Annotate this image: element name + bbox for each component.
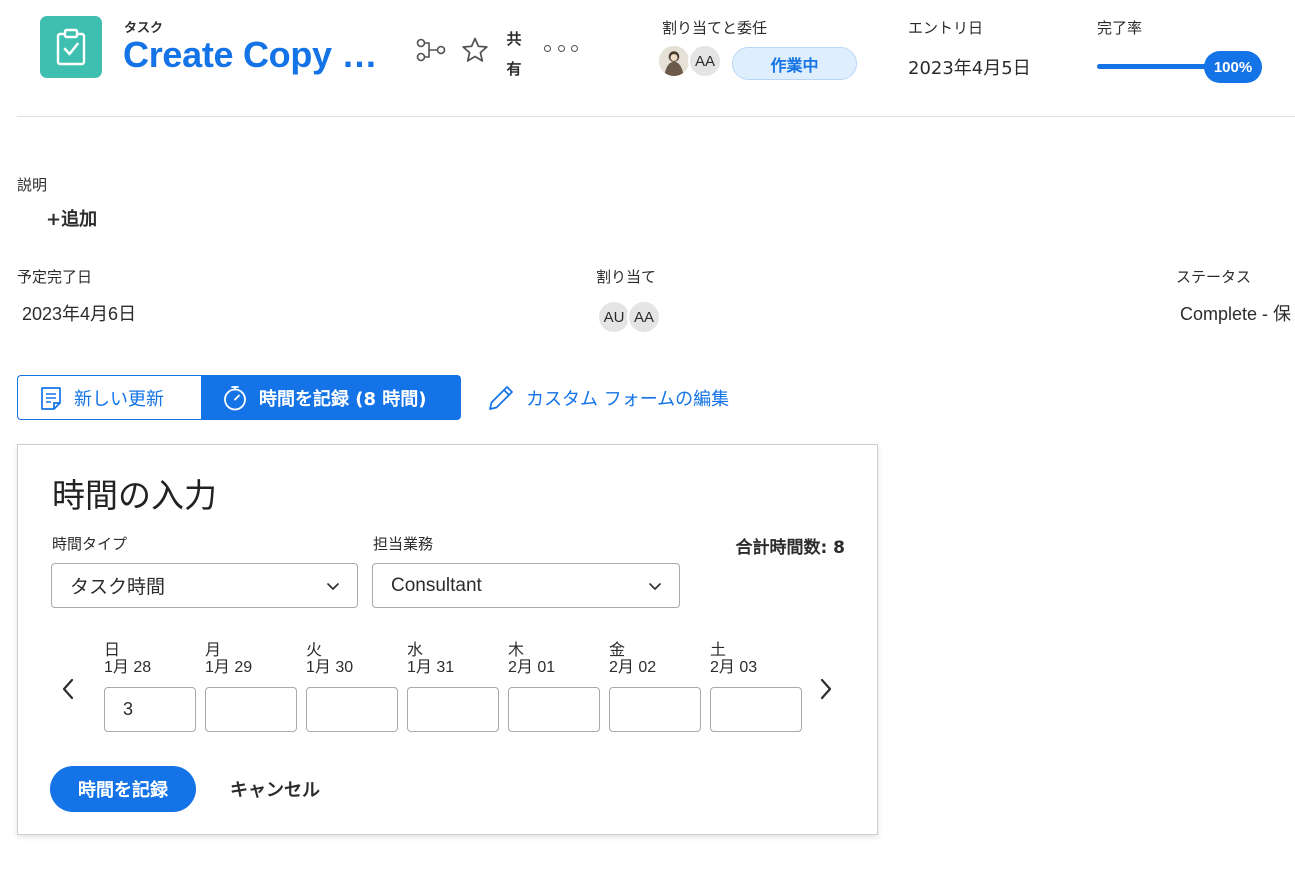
- header-divider: [17, 116, 1295, 117]
- edit-custom-form-link[interactable]: カスタム フォームの編集: [486, 375, 766, 420]
- status-label: ステータス: [1176, 268, 1252, 286]
- day-name: 日: [104, 640, 121, 659]
- role-value: Consultant: [391, 574, 482, 596]
- chevron-right-icon[interactable]: [814, 674, 838, 704]
- avatar[interactable]: [657, 44, 691, 78]
- note-icon: [38, 385, 64, 411]
- day-name: 金: [609, 640, 626, 659]
- add-description-link[interactable]: +追加: [46, 205, 97, 231]
- progress-label: 完了率: [1097, 19, 1143, 37]
- day-name: 土: [710, 640, 727, 659]
- more-icon[interactable]: [544, 36, 578, 60]
- assign-label: 割り当てと委任: [662, 19, 768, 37]
- day-hours-input[interactable]: [104, 687, 196, 732]
- day-name: 火: [306, 640, 323, 659]
- tab-log-time[interactable]: 時間を記録 (8 時間): [201, 375, 461, 420]
- day-hours-input[interactable]: [407, 687, 499, 732]
- edit-custom-form-label: カスタム フォームの編集: [526, 388, 730, 410]
- pencil-icon: [486, 383, 516, 413]
- day-date: 2月 02: [609, 659, 657, 676]
- day-date: 1月 31: [407, 659, 455, 676]
- day-date: 1月 28: [104, 659, 152, 676]
- role-select[interactable]: Consultant: [372, 563, 680, 608]
- share-label: 有: [506, 60, 522, 78]
- avatar[interactable]: AA: [688, 44, 722, 78]
- workflow-icon[interactable]: [414, 36, 448, 64]
- day-column: 水 1月 31: [407, 641, 499, 732]
- star-icon[interactable]: [460, 36, 490, 64]
- day-name: 木: [508, 640, 525, 659]
- chevron-down-icon: [325, 578, 341, 600]
- tab-new-update-label: 新しい更新: [74, 388, 164, 410]
- task-icon: [40, 16, 102, 78]
- day-hours-input[interactable]: [508, 687, 600, 732]
- hour-type-select[interactable]: タスク時間: [51, 563, 358, 608]
- description-label: 説明: [17, 176, 48, 194]
- day-column: 火 1月 30: [306, 641, 398, 732]
- day-name: 月: [205, 640, 222, 659]
- day-column: 木 2月 01: [508, 641, 600, 732]
- stopwatch-icon: [221, 384, 249, 412]
- page-title[interactable]: Create Copy …: [123, 34, 377, 76]
- hour-type-value: タスク時間: [70, 577, 166, 598]
- chevron-down-icon: [647, 578, 663, 600]
- avatar[interactable]: AU: [597, 300, 631, 334]
- status-badge[interactable]: 作業中: [732, 47, 857, 80]
- tab-new-update[interactable]: 新しい更新: [17, 375, 202, 420]
- day-column: 金 2月 02: [609, 641, 701, 732]
- day-hours-input[interactable]: [205, 687, 297, 732]
- tab-log-time-label: 時間を記録 (8 時間): [259, 388, 427, 410]
- assignments-label: 割り当て: [596, 268, 657, 286]
- day-date: 1月 30: [306, 659, 354, 676]
- planned-completion-label: 予定完了日: [17, 268, 93, 286]
- entry-date-value: 2023年4月5日: [908, 58, 1031, 79]
- share-button[interactable]: 共 有: [504, 24, 524, 84]
- planned-completion-value[interactable]: 2023年4月6日: [22, 300, 136, 326]
- day-name: 水: [407, 640, 424, 659]
- day-hours-input[interactable]: [609, 687, 701, 732]
- chevron-left-icon[interactable]: [56, 674, 80, 704]
- total-hours: 合計時間数: 8: [735, 538, 845, 558]
- progress-badge: 100%: [1204, 51, 1262, 83]
- role-label: 担当業務: [373, 535, 434, 553]
- day-date: 1月 29: [205, 659, 253, 676]
- share-label: 共: [506, 30, 522, 48]
- day-column: 土 2月 03: [710, 641, 802, 732]
- status-value[interactable]: Complete - 保: [1180, 300, 1295, 326]
- day-date: 2月 01: [508, 659, 556, 676]
- panel-title: 時間の入力: [52, 476, 217, 515]
- day-hours-input[interactable]: [710, 687, 802, 732]
- entry-date-label: エントリ日: [908, 19, 984, 37]
- day-column: 日 1月 28: [104, 641, 196, 732]
- log-time-button[interactable]: 時間を記録: [50, 766, 196, 812]
- time-entry-panel: 時間の入力 時間タイプ 担当業務 合計時間数: 8 タスク時間 Consulta…: [17, 444, 878, 835]
- hour-type-label: 時間タイプ: [52, 535, 128, 553]
- day-date: 2月 03: [710, 659, 758, 676]
- day-hours-input[interactable]: [306, 687, 398, 732]
- avatar[interactable]: AA: [627, 300, 661, 334]
- day-column: 月 1月 29: [205, 641, 297, 732]
- cancel-button[interactable]: キャンセル: [230, 766, 320, 812]
